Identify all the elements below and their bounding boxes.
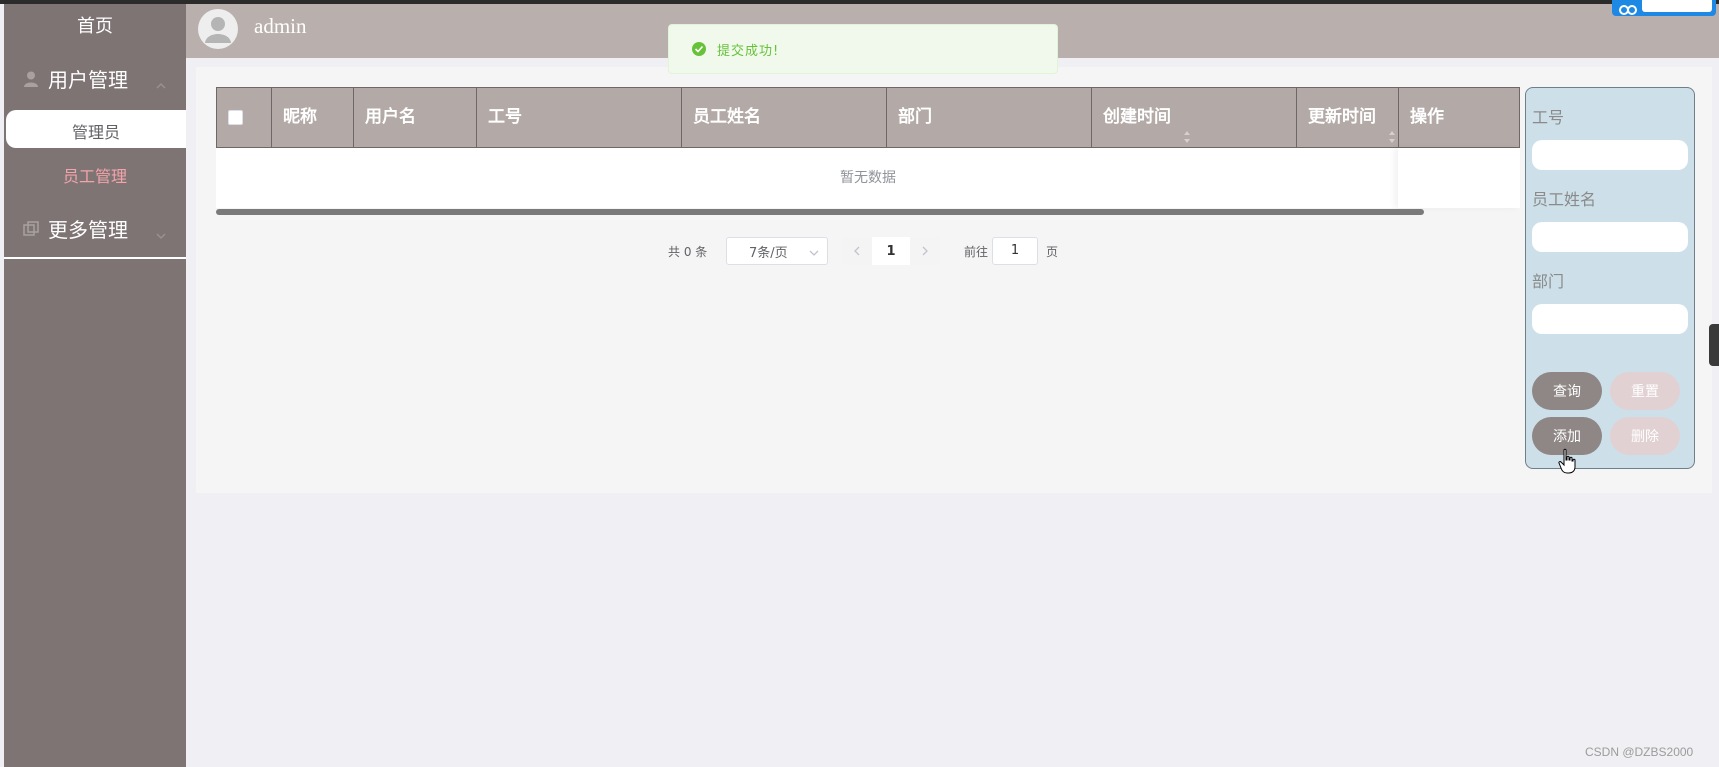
column-header-employee-name[interactable]: 员工姓名 (682, 88, 887, 147)
select-all-checkbox[interactable] (228, 110, 243, 125)
sidebar-group-user-management[interactable]: 用户管理 (4, 50, 186, 106)
sidebar-item-home[interactable]: 首页 (4, 4, 186, 50)
table-header: 昵称 用户名 工号 员工姓名 部门 创建时间 更新时间 操作 (216, 87, 1520, 148)
column-header-label: 创建时间 (1103, 107, 1171, 127)
select-all-cell (217, 88, 272, 147)
pagination: 共 0 条 7条/页 1 前往 1 页 (668, 236, 1058, 266)
goto-page-input[interactable]: 1 (992, 237, 1039, 265)
sort-icon[interactable] (1183, 110, 1191, 143)
prev-page-button[interactable] (842, 237, 872, 265)
success-toast: 提交成功! (668, 24, 1058, 74)
chevron-left-icon (854, 246, 860, 256)
horizontal-scrollbar[interactable] (216, 209, 1424, 215)
sidebar-group-label: 更多管理 (48, 217, 128, 242)
page-size-select[interactable]: 7条/页 (726, 237, 828, 265)
column-header-updated-time[interactable]: 更新时间 (1297, 88, 1399, 147)
table-body: 暂无数据 (216, 148, 1520, 208)
query-button[interactable]: 查询 (1532, 372, 1602, 410)
username-label[interactable]: admin (254, 14, 307, 39)
column-header-username[interactable]: 用户名 (354, 88, 477, 147)
sidebar-divider (4, 257, 186, 259)
sidebar-item-admin[interactable]: 管理员 (6, 110, 186, 148)
sidebar-item-employee-management[interactable]: 员工管理 (4, 154, 186, 200)
column-header-created-time[interactable]: 创建时间 (1092, 88, 1297, 147)
column-header-department[interactable]: 部门 (887, 88, 1092, 147)
pagination-total: 共 0 条 (668, 244, 708, 259)
next-page-button[interactable] (910, 237, 940, 265)
employee-name-label: 员工姓名 (1532, 190, 1597, 209)
goto-unit: 页 (1046, 244, 1059, 259)
copy-icon (22, 219, 40, 237)
column-header-employee-id[interactable]: 工号 (477, 88, 682, 147)
page-size-value: 7条/页 (749, 245, 788, 261)
page-number-current[interactable]: 1 (872, 237, 910, 265)
delete-button[interactable]: 删除 (1610, 417, 1680, 455)
column-header-label: 更新时间 (1308, 107, 1376, 127)
employee-id-label: 工号 (1532, 108, 1565, 127)
user-icon (22, 69, 40, 87)
hand-cursor-icon (1558, 448, 1578, 474)
employee-name-input[interactable] (1532, 222, 1688, 252)
chevron-down-icon (156, 222, 166, 240)
avatar[interactable] (198, 9, 238, 49)
floating-side-tab[interactable] (1709, 324, 1719, 366)
corner-badge-label (1642, 0, 1712, 12)
toast-message: 提交成功! (717, 43, 780, 59)
link-icon (1618, 1, 1638, 15)
fixed-actions-column (1398, 148, 1520, 208)
chevron-right-icon (922, 246, 928, 256)
sidebar-group-more-management[interactable]: 更多管理 (4, 200, 186, 256)
department-label: 部门 (1532, 272, 1565, 291)
watermark-text: CSDN @DZBS2000 (1585, 745, 1694, 759)
column-header-actions: 操作 (1410, 107, 1444, 127)
employee-id-input[interactable] (1532, 140, 1688, 170)
chevron-up-icon (156, 72, 166, 89)
reset-button[interactable]: 重置 (1610, 372, 1680, 410)
goto-label: 前往 (964, 244, 989, 259)
chevron-down-icon (809, 247, 819, 257)
empty-placeholder: 暂无数据 (840, 170, 896, 186)
corner-badge[interactable] (1612, 0, 1716, 16)
sidebar-group-label: 用户管理 (48, 67, 128, 92)
column-header-nickname[interactable]: 昵称 (272, 88, 354, 147)
department-input[interactable] (1532, 304, 1688, 334)
sort-icon[interactable] (1388, 110, 1396, 143)
sidebar: 首页 用户管理 管理员 员工管理 更多管理 (4, 4, 186, 767)
check-circle-icon (691, 41, 707, 57)
search-panel: 工号 员工姓名 部门 查询 重置 添加 删除 (1525, 87, 1695, 469)
